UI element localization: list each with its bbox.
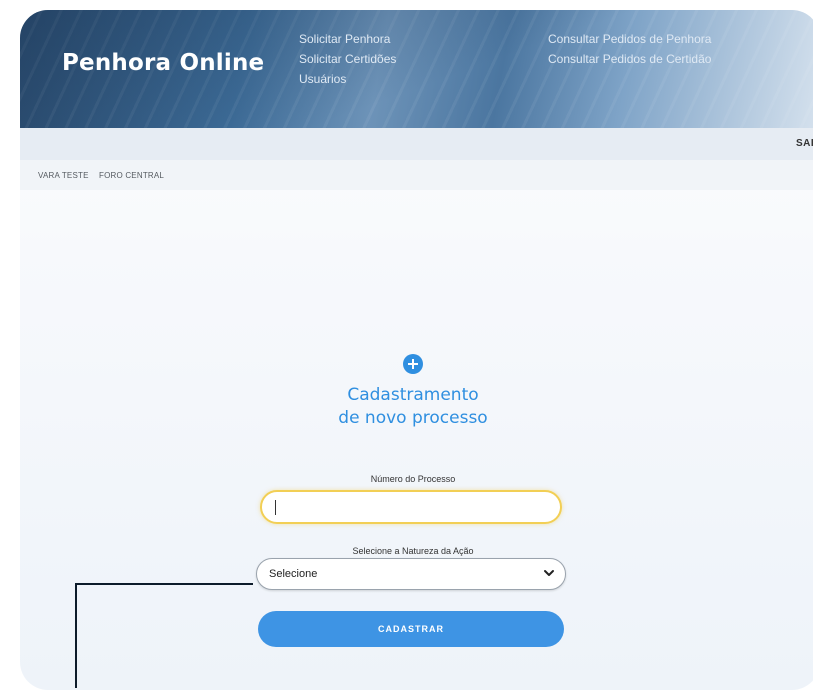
nav-consultar-certidao[interactable]: Consultar Pedidos de Certidão xyxy=(548,52,711,66)
process-number-label: Número do Processo xyxy=(370,474,456,484)
chevron-down-icon xyxy=(544,570,554,576)
nature-select[interactable]: Selecione xyxy=(256,558,566,590)
logout-link[interactable]: SAIR xyxy=(796,138,813,149)
nav-solicitar-penhora[interactable]: Solicitar Penhora xyxy=(299,32,390,46)
nav-solicitar-certidoes[interactable]: Solicitar Certidões xyxy=(299,52,396,66)
breadcrumb: VARA TESTE FORO CENTRAL xyxy=(20,160,813,190)
nav-usuarios[interactable]: Usuários xyxy=(299,72,346,86)
breadcrumb-vara: VARA TESTE xyxy=(38,171,89,180)
nature-select-value: Selecione xyxy=(269,568,318,580)
header-banner: Penhora Online Solicitar Penhora Solicit… xyxy=(20,10,813,128)
plus-circle-icon xyxy=(403,354,423,374)
form-title-line1: Cadastramento xyxy=(347,385,479,405)
brand-logo-text[interactable]: Penhora Online xyxy=(62,50,264,76)
text-caret xyxy=(275,500,276,515)
process-number-input[interactable] xyxy=(260,490,562,524)
sub-toolbar xyxy=(20,128,813,160)
cadastrar-button[interactable]: CADASTRAR xyxy=(258,611,564,647)
nav-consultar-penhora[interactable]: Consultar Pedidos de Penhora xyxy=(548,32,711,46)
breadcrumb-foro: FORO CENTRAL xyxy=(99,171,165,180)
nature-select-label: Selecione a Natureza da Ação xyxy=(352,546,474,556)
form-title-line2: de novo processo xyxy=(338,408,488,428)
